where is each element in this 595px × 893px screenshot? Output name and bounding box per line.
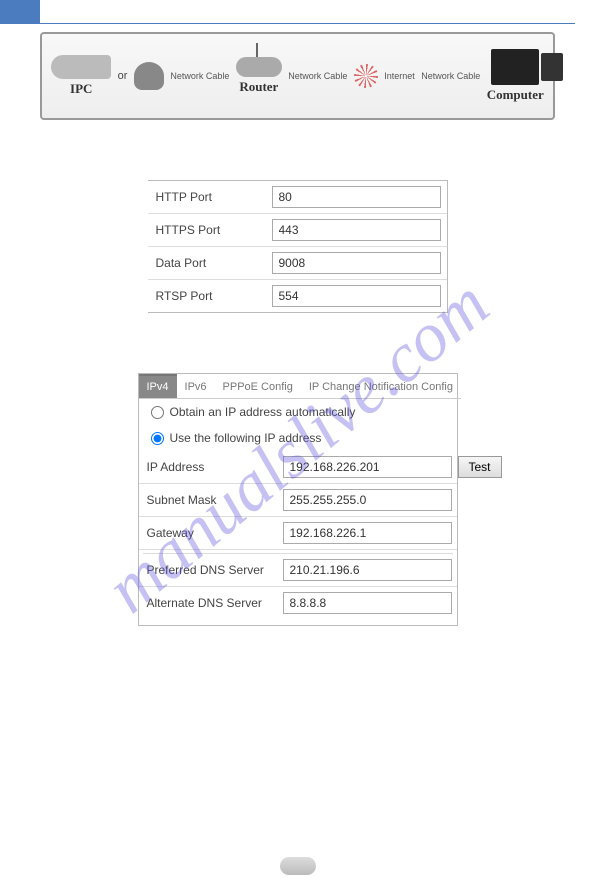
page-header bbox=[20, 0, 575, 24]
subnet-input[interactable] bbox=[283, 489, 452, 511]
diagram-computer: Computer bbox=[487, 49, 544, 103]
data-port-input[interactable] bbox=[272, 252, 441, 274]
page-number-badge bbox=[280, 857, 316, 875]
http-port-row: HTTP Port bbox=[148, 181, 447, 214]
router-label: Router bbox=[239, 79, 278, 95]
alt-dns-label: Alternate DNS Server bbox=[147, 596, 277, 610]
tab-ip-change[interactable]: IP Change Notification Config bbox=[301, 374, 461, 399]
gateway-label: Gateway bbox=[147, 526, 277, 540]
cable-label-1: Network Cable bbox=[170, 71, 229, 81]
http-port-label: HTTP Port bbox=[156, 190, 266, 204]
page-header-tab bbox=[0, 0, 40, 24]
tab-ipv6[interactable]: IPv6 bbox=[177, 374, 215, 399]
https-port-input[interactable] bbox=[272, 219, 441, 241]
data-port-row: Data Port bbox=[148, 247, 447, 280]
diagram-dome bbox=[134, 62, 164, 90]
http-port-input[interactable] bbox=[272, 186, 441, 208]
subnet-row: Subnet Mask bbox=[139, 484, 457, 517]
data-port-label: Data Port bbox=[156, 256, 266, 270]
https-port-label: HTTPS Port bbox=[156, 223, 266, 237]
tab-pppoe[interactable]: PPPoE Config bbox=[215, 374, 301, 399]
cable-label-3: Network Cable bbox=[421, 71, 480, 81]
rtsp-port-row: RTSP Port bbox=[148, 280, 447, 312]
subnet-label: Subnet Mask bbox=[147, 493, 277, 507]
cable-label-2: Network Cable bbox=[288, 71, 347, 81]
https-port-row: HTTPS Port bbox=[148, 214, 447, 247]
ip-address-row: IP Address Test bbox=[139, 451, 457, 484]
rtsp-port-label: RTSP Port bbox=[156, 289, 266, 303]
ip-config-tabs: IPv4 IPv6 PPPoE Config IP Change Notific… bbox=[139, 374, 457, 399]
radio-auto-label: Obtain an IP address automatically bbox=[170, 405, 356, 419]
pref-dns-input[interactable] bbox=[283, 559, 452, 581]
diagram-ipc: IPC bbox=[51, 55, 111, 97]
radio-auto[interactable] bbox=[151, 406, 164, 419]
radio-static-label: Use the following IP address bbox=[170, 431, 322, 445]
internet-burst-icon bbox=[354, 64, 378, 88]
tab-ipv4[interactable]: IPv4 bbox=[139, 374, 177, 399]
pref-dns-label: Preferred DNS Server bbox=[147, 563, 277, 577]
alt-dns-row: Alternate DNS Server bbox=[139, 587, 457, 619]
network-diagram: IPC or Network Cable Router Network Cabl… bbox=[40, 32, 555, 120]
diagram-router: Router bbox=[236, 57, 282, 95]
radio-static-row[interactable]: Use the following IP address bbox=[139, 425, 457, 451]
gateway-row: Gateway bbox=[139, 517, 457, 550]
test-button[interactable]: Test bbox=[458, 456, 502, 478]
ip-config-panel: IPv4 IPv6 PPPoE Config IP Change Notific… bbox=[138, 373, 458, 626]
internet-label: Internet bbox=[384, 71, 415, 81]
gateway-input[interactable] bbox=[283, 522, 452, 544]
computer-label: Computer bbox=[487, 87, 544, 103]
alt-dns-input[interactable] bbox=[283, 592, 452, 614]
diagram-or: or bbox=[118, 70, 128, 82]
rtsp-port-input[interactable] bbox=[272, 285, 441, 307]
ports-panel: HTTP Port HTTPS Port Data Port RTSP Port bbox=[148, 180, 448, 313]
ipc-label: IPC bbox=[70, 81, 92, 97]
radio-static[interactable] bbox=[151, 432, 164, 445]
radio-auto-row[interactable]: Obtain an IP address automatically bbox=[139, 399, 457, 425]
ip-address-input[interactable] bbox=[283, 456, 452, 478]
pref-dns-row: Preferred DNS Server bbox=[139, 554, 457, 587]
ip-address-label: IP Address bbox=[147, 460, 277, 474]
